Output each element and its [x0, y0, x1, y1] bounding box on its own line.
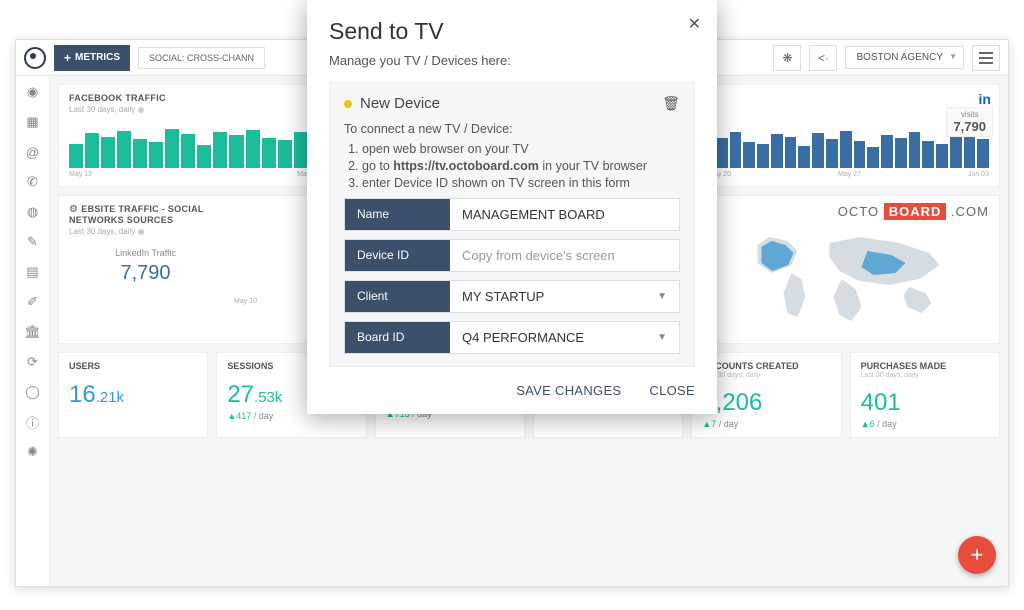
kpi-title: ACCOUNTS CREATED — [702, 361, 830, 371]
kpi-sub: Last 30 days, daily — [861, 372, 989, 379]
rail-pencil-icon[interactable]: ✎ — [25, 234, 41, 250]
rail-bolt-icon[interactable]: ⟳ — [25, 354, 41, 370]
send-to-tv-modal: ✕ Send to TV Manage you TV / Devices her… — [307, 0, 717, 414]
agency-label: BOSTON AGENCY — [856, 52, 943, 63]
metric-label: LinkedIn Traffic — [69, 248, 222, 258]
rail-at-icon[interactable]: @ — [25, 144, 41, 160]
rail-bulb-icon[interactable]: ◍ — [25, 204, 41, 220]
instructions: To connect a new TV / Device: open web b… — [344, 122, 680, 190]
field-label: Board ID — [345, 322, 450, 353]
field-client: Client MY STARTUP▼ — [344, 280, 680, 313]
chart-tooltip: visits 7,790 — [946, 107, 993, 137]
kpi-delta: ▲6 / day — [861, 419, 989, 429]
toolbar-icon-1[interactable]: ❋ — [773, 45, 801, 71]
share-icon[interactable]: <· — [809, 45, 837, 71]
add-metrics-label: METRICS — [75, 52, 120, 63]
filter-pill[interactable]: SOCIAL: CROSS-CHANN — [138, 47, 265, 69]
rail-user-icon[interactable]: ◯ — [25, 384, 41, 400]
hamburger-menu-icon[interactable] — [972, 45, 1000, 71]
kpi-purchases: PURCHASES MADE Last 30 days, daily 401 ▲… — [850, 352, 1000, 438]
step-1: open web browser on your TV — [362, 142, 680, 156]
close-icon[interactable]: ✕ — [688, 14, 701, 34]
kpi-sub: Last 30 days, daily — [702, 372, 830, 379]
board-select[interactable]: Q4 PERFORMANCE▼ — [450, 322, 679, 353]
kpi-delta: ▲7 / day — [702, 419, 830, 429]
rail-building-icon[interactable]: 🏛 — [25, 324, 41, 340]
rail-phone-icon[interactable]: ✆ — [25, 174, 41, 190]
save-button[interactable]: SAVE CHANGES — [516, 383, 621, 398]
filter-pill-label: SOCIAL: CROSS-CHANN — [149, 53, 254, 63]
rail-info-icon[interactable]: ⓘ — [25, 414, 41, 430]
chevron-down-icon: ▼ — [657, 291, 667, 302]
modal-subtitle: Manage you TV / Devices here: — [329, 53, 695, 68]
device-name: New Device — [360, 95, 440, 112]
close-button[interactable]: CLOSE — [649, 383, 695, 398]
card-subtitle: Last 30 days, daily — [69, 227, 222, 236]
field-device-id: Device ID Copy from device's screen — [344, 239, 680, 272]
kpi-users: USERS 16.21k — [58, 352, 208, 438]
field-label: Device ID — [345, 240, 450, 271]
rail-globe-icon[interactable]: ◉ — [25, 84, 41, 100]
modal-actions: SAVE CHANGES CLOSE — [329, 383, 695, 398]
card-title: ⚙EBSITE TRAFFIC - SOCIAL NETWORKS SOURCE… — [69, 204, 222, 225]
left-rail: ◉ ▦ @ ✆ ◍ ✎ ▤ ✐ 🏛 ⟳ ◯ ⓘ ✺ — [16, 76, 50, 586]
device-id-input[interactable]: Copy from device's screen — [450, 240, 679, 271]
world-map — [710, 225, 989, 335]
kpi-value: 1,206 — [702, 389, 830, 417]
kpi-title: PURCHASES MADE — [861, 361, 989, 371]
gear-icon[interactable]: ⚙ — [69, 204, 78, 215]
add-metrics-button[interactable]: + METRICS — [54, 45, 130, 71]
plus-icon: + — [64, 51, 71, 65]
app-logo-icon — [24, 47, 46, 69]
field-board-id: Board ID Q4 PERFORMANCE▼ — [344, 321, 680, 354]
client-select[interactable]: MY STARTUP▼ — [450, 281, 679, 312]
name-input[interactable]: MANAGEMENT BOARD — [450, 199, 679, 230]
chevron-down-icon: ▼ — [657, 332, 667, 343]
agency-dropdown[interactable]: BOSTON AGENCY — [845, 46, 964, 69]
kpi-value: 16.21k — [69, 381, 197, 409]
device-card: New Device 🗑 To connect a new TV / Devic… — [329, 82, 695, 367]
status-dot-icon — [344, 100, 352, 108]
brand-logo: OCTO BOARD .COM — [710, 204, 989, 219]
field-label: Client — [345, 281, 450, 312]
kpi-value: 401 — [861, 389, 989, 417]
fab-add-button[interactable]: + — [958, 536, 996, 574]
step-2: go to https://tv.octoboard.com in your T… — [362, 159, 680, 173]
tooltip-value: 7,790 — [953, 119, 986, 134]
trash-icon[interactable]: 🗑 — [662, 95, 680, 112]
rail-bug-icon[interactable]: ✺ — [25, 444, 41, 460]
instructions-lead: To connect a new TV / Device: — [344, 122, 680, 136]
rail-edit-icon[interactable]: ✐ — [25, 294, 41, 310]
field-label: Name — [345, 199, 450, 230]
rail-clipboard-icon[interactable]: ▤ — [25, 264, 41, 280]
kpi-title: USERS — [69, 361, 197, 371]
metric-value: 7,790 — [69, 262, 222, 285]
rail-grid-icon[interactable]: ▦ — [25, 114, 41, 130]
step-3: enter Device ID shown on TV screen in th… — [362, 176, 680, 190]
tooltip-label: visits — [953, 110, 986, 119]
modal-title: Send to TV — [329, 18, 695, 45]
linkedin-icon: in — [979, 91, 991, 107]
field-name: Name MANAGEMENT BOARD — [344, 198, 680, 231]
